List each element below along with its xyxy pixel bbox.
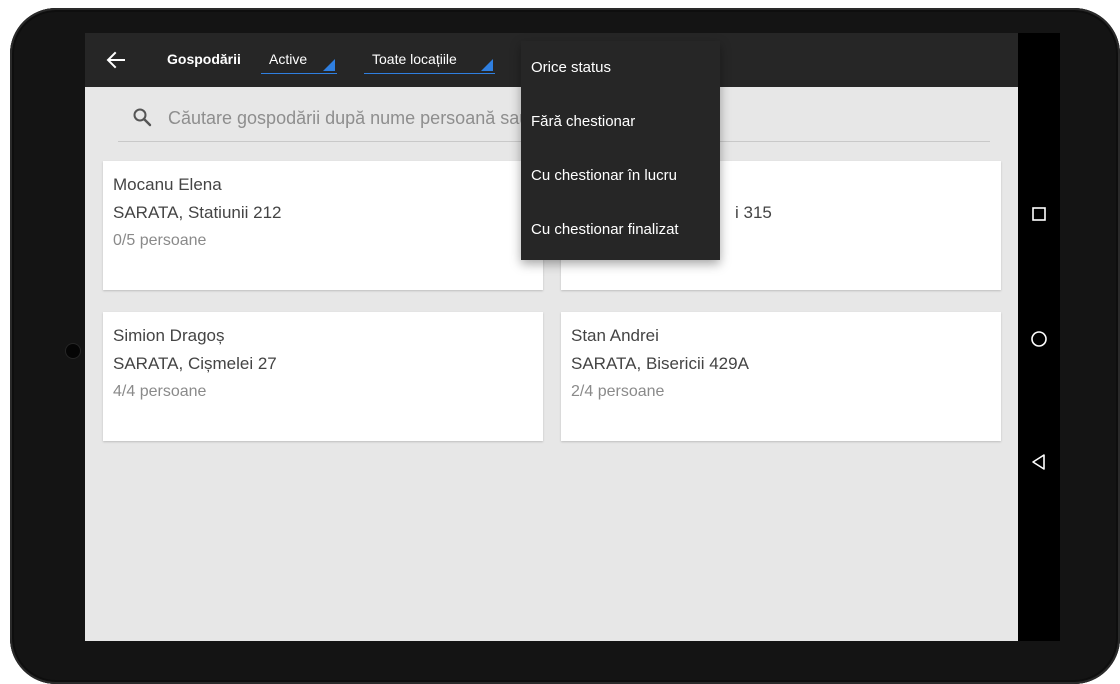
household-address: SARATA, Cișmelei 27 xyxy=(113,354,277,373)
search-icon xyxy=(132,107,152,127)
household-name: Simion Dragoș xyxy=(113,326,225,345)
menu-item-any-status[interactable]: Orice status xyxy=(521,41,720,95)
square-icon[interactable] xyxy=(1028,203,1050,225)
household-persons: 4/4 persoane xyxy=(113,383,207,400)
dropdown-corner-icon xyxy=(323,59,335,71)
camera-dot xyxy=(66,344,80,358)
circle-icon[interactable] xyxy=(1028,328,1050,350)
status-dropdown-menu: Orice status Fără chestionar Cu chestion… xyxy=(521,41,720,260)
menu-item-no-questionnaire[interactable]: Fără chestionar xyxy=(521,95,720,149)
household-card[interactable]: Simion Dragoș SARATA, Cișmelei 27 4/4 pe… xyxy=(103,312,543,441)
menu-item-label: Fără chestionar xyxy=(531,113,636,130)
household-address: SARATA, Bisericii 429A xyxy=(571,354,749,373)
household-card[interactable]: Mocanu Elena SARATA, Statiunii 212 0/5 p… xyxy=(103,161,543,290)
menu-item-questionnaire-finished[interactable]: Cu chestionar finalizat xyxy=(521,203,720,257)
menu-item-questionnaire-in-progress[interactable]: Cu chestionar în lucru xyxy=(521,149,720,203)
status-filter-label: Active xyxy=(269,51,308,67)
page-title: Gospodării xyxy=(167,51,241,67)
menu-item-label: Cu chestionar finalizat xyxy=(531,221,679,238)
status-filter-dropdown[interactable]: Active xyxy=(261,47,337,74)
location-filter-dropdown[interactable]: Toate locațiile xyxy=(364,47,495,74)
household-persons: 2/4 persoane xyxy=(571,383,665,400)
menu-item-label: Cu chestionar în lucru xyxy=(531,167,677,184)
household-address: i 315 xyxy=(735,203,772,222)
household-address: SARATA, Statiunii 212 xyxy=(113,203,282,222)
household-name: Stan Andrei xyxy=(571,326,659,345)
household-card[interactable]: Stan Andrei SARATA, Bisericii 429A 2/4 p… xyxy=(561,312,1001,441)
household-name: Mocanu Elena xyxy=(113,175,222,194)
location-filter-label: Toate locațiile xyxy=(372,51,457,67)
arrow-back-icon[interactable] xyxy=(105,49,127,71)
dropdown-corner-icon xyxy=(481,59,493,71)
triangle-back-icon[interactable] xyxy=(1028,451,1050,473)
system-nav-bar xyxy=(1018,33,1060,641)
menu-item-label: Orice status xyxy=(531,59,612,76)
household-persons: 0/5 persoane xyxy=(113,232,207,249)
screen: Gospodării Active Toate locațiile Mocanu… xyxy=(85,33,1060,641)
